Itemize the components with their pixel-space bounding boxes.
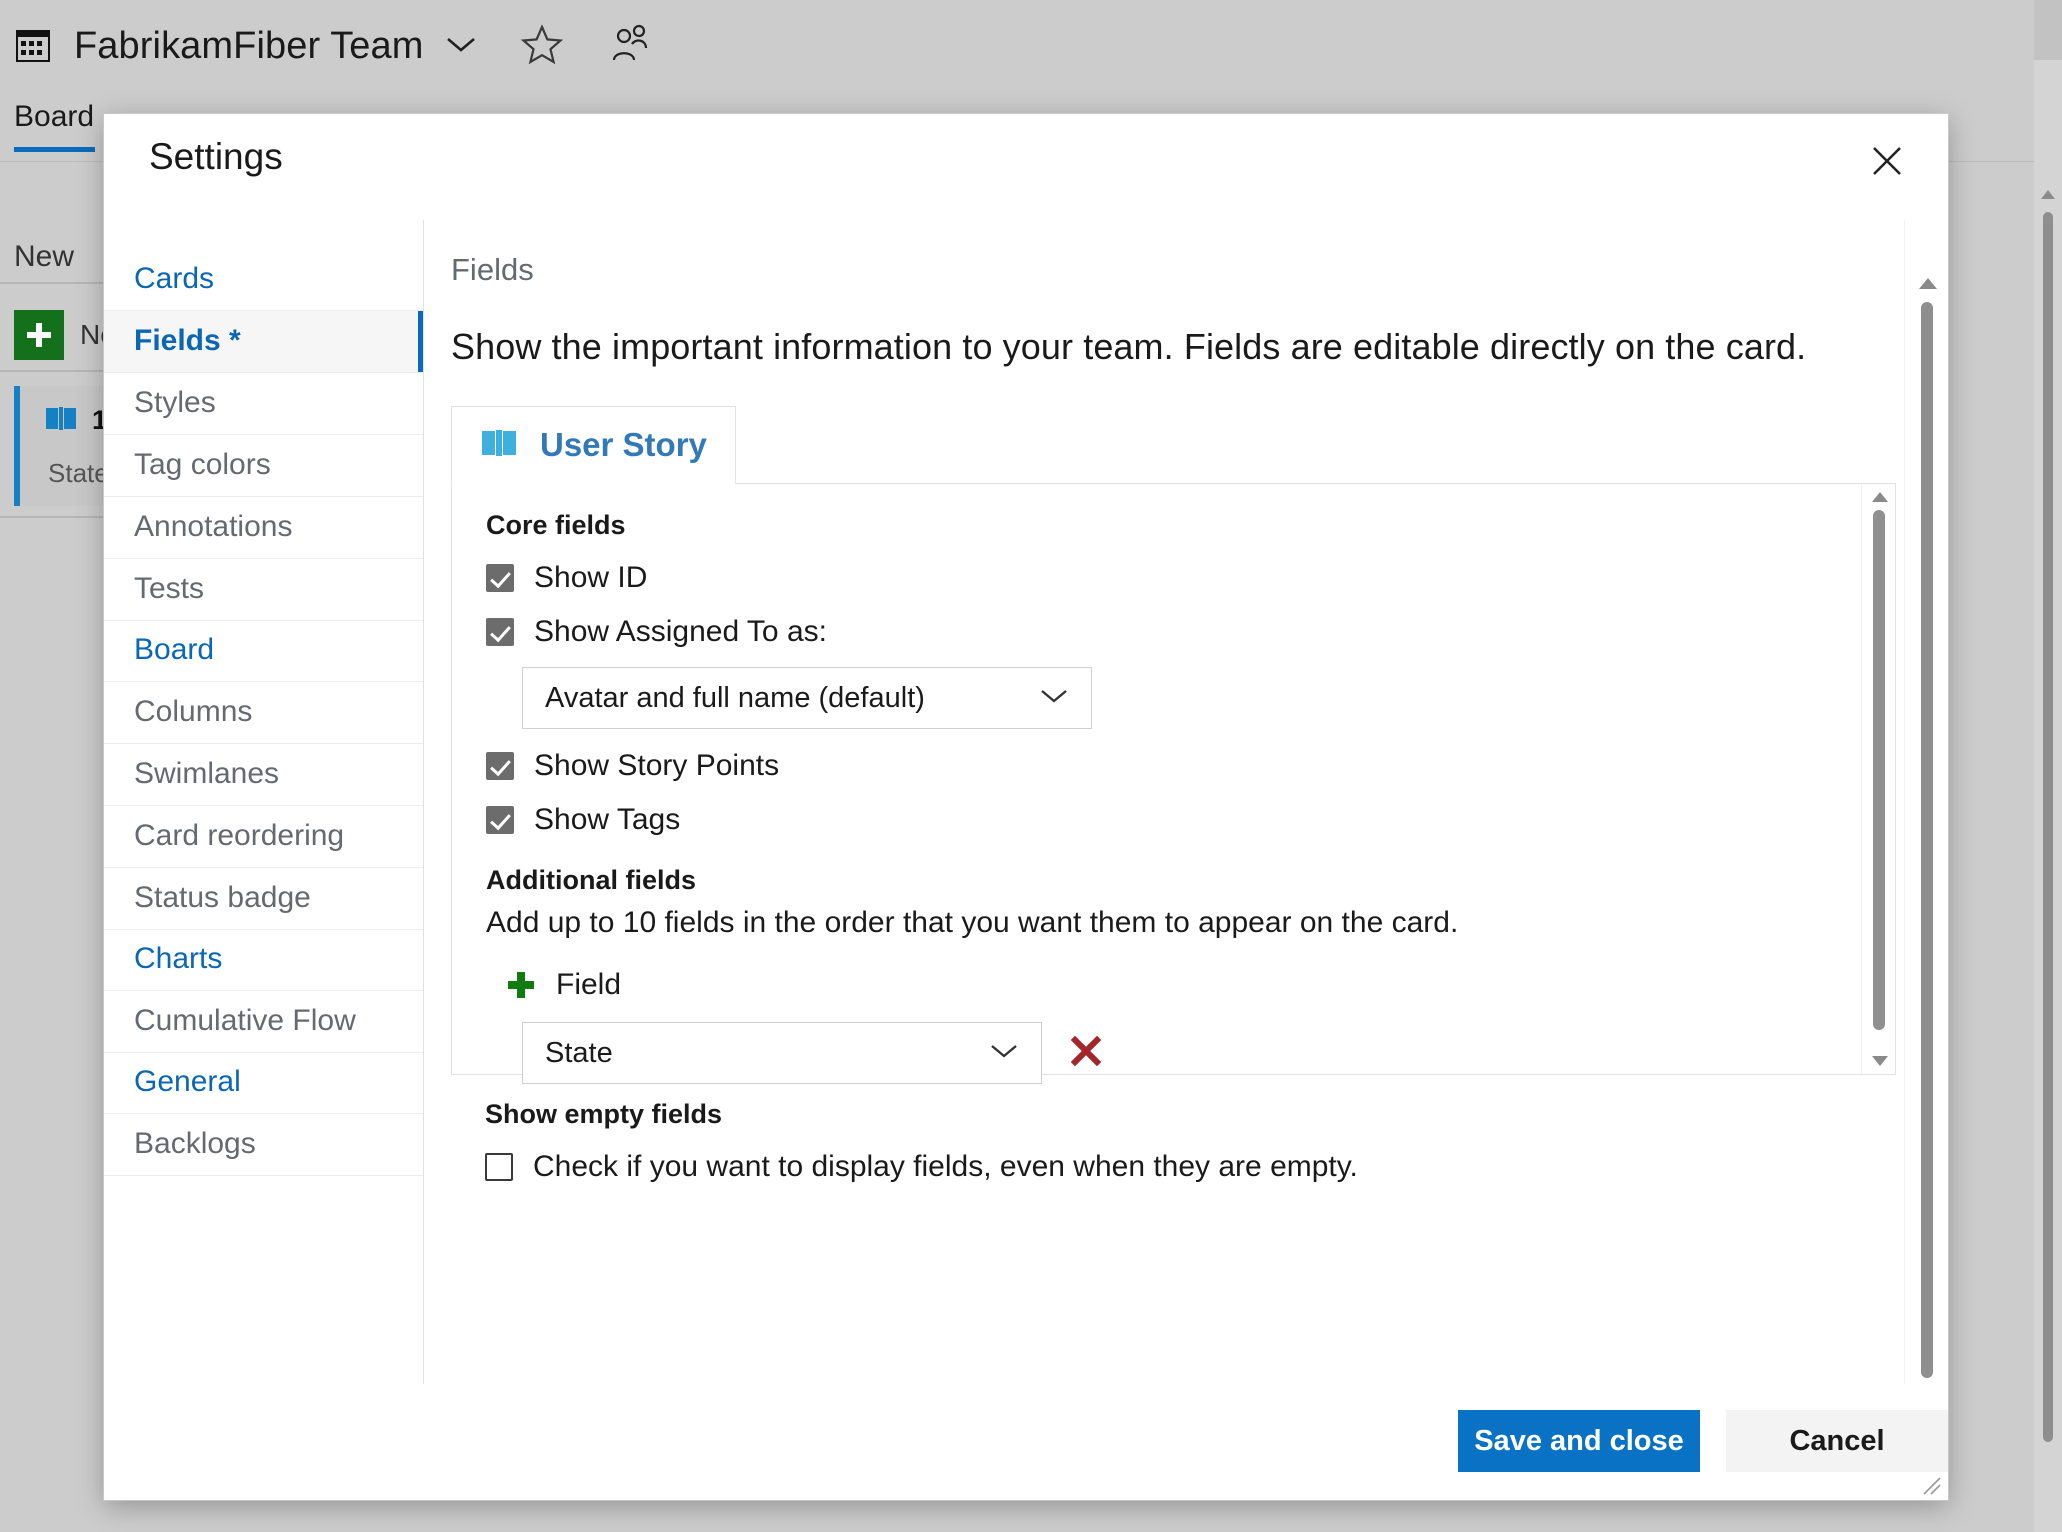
close-icon[interactable] xyxy=(1860,134,1914,188)
project-title: FabrikamFiber Team xyxy=(74,24,424,67)
sidebar-item-status-badge[interactable]: Status badge xyxy=(104,868,423,930)
sidebar-group-general[interactable]: General xyxy=(104,1053,423,1113)
project-grid-icon xyxy=(16,30,50,62)
people-icon[interactable] xyxy=(608,22,652,71)
sidebar-item-annotations[interactable]: Annotations xyxy=(104,497,423,559)
chevron-down-icon[interactable] xyxy=(444,34,478,59)
page-scrollbar-track-top xyxy=(2034,0,2062,60)
show-empty-fields-section: Show empty fields Check if you want to d… xyxy=(485,1099,1904,1184)
tab-active-underline xyxy=(14,147,95,152)
settings-main: Fields Show the important information to… xyxy=(425,220,1904,1452)
dialog-scrollbar[interactable] xyxy=(1904,220,1948,1452)
sidebar-item-tests[interactable]: Tests xyxy=(104,559,423,621)
cancel-button[interactable]: Cancel xyxy=(1726,1410,1948,1472)
checkbox-row-show-story-points[interactable]: Show Story Points xyxy=(486,749,1861,783)
dialog-title: Settings xyxy=(149,136,283,177)
settings-dialog: Settings Cards Fields * Styles Tag color… xyxy=(104,114,1948,1500)
remove-field-icon[interactable] xyxy=(1068,1033,1104,1074)
sidebar-item-tag-colors[interactable]: Tag colors xyxy=(104,435,423,497)
show-id-checkbox[interactable] xyxy=(486,564,514,592)
sidebar-group-cards[interactable]: Cards xyxy=(104,220,423,310)
sidebar-item-cumulative-flow[interactable]: Cumulative Flow xyxy=(104,990,423,1053)
tab-user-story[interactable]: User Story xyxy=(451,406,736,484)
assigned-to-display-select[interactable]: Avatar and full name (default) xyxy=(522,667,1092,729)
show-empty-fields-label: Check if you want to display fields, eve… xyxy=(533,1150,1358,1183)
show-tags-checkbox[interactable] xyxy=(486,806,514,834)
page-title: Fields xyxy=(451,252,534,287)
fields-panel-scrollbar-thumb[interactable] xyxy=(1873,510,1885,1030)
show-empty-fields-heading: Show empty fields xyxy=(485,1099,723,1129)
show-story-points-label: Show Story Points xyxy=(534,749,780,782)
scroll-up-arrow-icon[interactable] xyxy=(1919,278,1937,289)
sidebar-item-columns[interactable]: Columns xyxy=(104,681,423,744)
work-item-type-tabs: User Story xyxy=(451,406,1904,484)
sidebar-item-styles[interactable]: Styles xyxy=(104,373,423,435)
show-assigned-to-checkbox[interactable] xyxy=(486,618,514,646)
additional-field-row: State xyxy=(522,1022,1861,1084)
tab-user-story-label: User Story xyxy=(540,426,707,463)
scroll-down-arrow-icon[interactable] xyxy=(1872,1056,1888,1066)
additional-fields-description: Add up to 10 fields in the order that yo… xyxy=(486,906,1459,939)
checkbox-row-show-id[interactable]: Show ID xyxy=(486,561,1861,595)
show-empty-fields-checkbox[interactable] xyxy=(485,1153,513,1181)
checkbox-row-show-empty-fields[interactable]: Check if you want to display fields, eve… xyxy=(485,1150,1904,1184)
sidebar-group-board[interactable]: Board xyxy=(104,621,423,681)
page-description: Show the important information to your t… xyxy=(451,326,1807,367)
show-id-label: Show ID xyxy=(534,561,648,594)
scroll-up-arrow-icon[interactable] xyxy=(1872,492,1888,502)
scroll-up-arrow-icon[interactable] xyxy=(2041,190,2055,199)
sidebar-item-backlogs[interactable]: Backlogs xyxy=(104,1113,423,1176)
book-icon xyxy=(44,404,78,437)
page-scrollbar-thumb[interactable] xyxy=(2043,212,2053,1442)
fields-panel-scrollbar[interactable] xyxy=(1861,484,1895,1074)
plus-icon xyxy=(14,310,64,360)
plus-icon xyxy=(508,972,534,998)
tab-board[interactable]: Board xyxy=(14,100,94,146)
save-and-close-button[interactable]: Save and close xyxy=(1458,1410,1700,1472)
additional-fields-heading: Additional fields xyxy=(486,865,697,895)
board-column-header: New xyxy=(14,240,75,273)
additional-field-value: State xyxy=(545,1036,613,1069)
dialog-scrollbar-thumb[interactable] xyxy=(1921,302,1933,1378)
checkbox-row-show-assigned-to[interactable]: Show Assigned To as: xyxy=(486,615,1861,649)
show-assigned-to-label: Show Assigned To as: xyxy=(534,615,827,648)
chevron-down-icon xyxy=(989,1042,1019,1065)
resize-grip-icon[interactable] xyxy=(1920,1474,1942,1496)
dialog-footer: Save and close Cancel xyxy=(104,1384,1948,1500)
checkbox-row-show-tags[interactable]: Show Tags xyxy=(486,803,1861,837)
sidebar-item-fields[interactable]: Fields * xyxy=(104,310,423,373)
book-icon xyxy=(480,427,518,464)
fields-panel-content: Core fields Show ID Show Assigned To as:… xyxy=(452,484,1861,1084)
chevron-down-icon xyxy=(1039,687,1069,710)
show-tags-label: Show Tags xyxy=(534,803,681,836)
sidebar-item-swimlanes[interactable]: Swimlanes xyxy=(104,744,423,806)
additional-field-select[interactable]: State xyxy=(522,1022,1042,1084)
show-story-points-checkbox[interactable] xyxy=(486,752,514,780)
star-icon[interactable] xyxy=(520,22,564,71)
add-field-button[interactable]: Field xyxy=(508,968,1861,1002)
add-field-label: Field xyxy=(556,968,622,1001)
sidebar-item-card-reordering[interactable]: Card reordering xyxy=(104,806,423,868)
fields-panel: Core fields Show ID Show Assigned To as:… xyxy=(451,483,1896,1084)
assigned-to-display-value: Avatar and full name (default) xyxy=(545,681,925,714)
core-fields-heading: Core fields xyxy=(486,510,626,540)
board-card-state: State xyxy=(48,458,109,488)
app-header: FabrikamFiber Team xyxy=(0,0,2062,92)
settings-sidebar[interactable]: Cards Fields * Styles Tag colors Annotat… xyxy=(104,220,424,1452)
page-scrollbar[interactable] xyxy=(2034,0,2062,1532)
sidebar-group-charts[interactable]: Charts xyxy=(104,930,423,990)
